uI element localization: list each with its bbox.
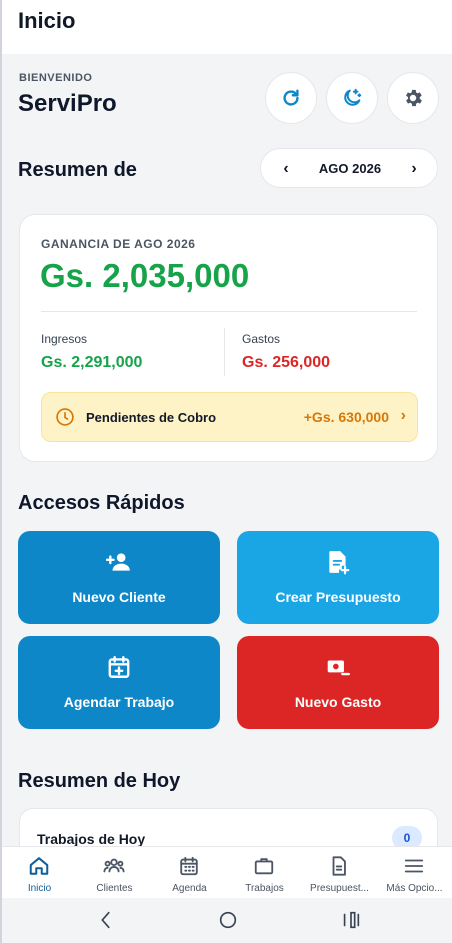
nav-label: Agenda [172,883,207,894]
bottom-navigation: Inicio Clientes Agenda Trabajos Presupue… [2,846,452,898]
calendar-add-icon [108,656,130,678]
nav-item-presupuestos[interactable]: Presupuest... [302,853,377,897]
settings-button[interactable] [387,72,439,124]
home-icon [29,857,49,875]
refresh-button[interactable] [265,72,317,124]
income-label: Ingresos [41,332,88,346]
recent-apps-icon [343,911,360,929]
create-budget-button[interactable]: Crear Presupuesto [237,531,439,624]
users-icon [103,858,125,873]
month-selector: ‹ AGO 2026 › [260,148,438,188]
calendar-icon [180,856,198,876]
nav-item-inicio[interactable]: Inicio [2,853,77,897]
expenses-value: Gs. 256,000 [242,354,331,371]
back-chevron-icon [101,911,110,929]
business-name: ServiPro [18,90,117,117]
clock-icon [56,408,74,426]
summary-title: Resumen de [18,159,137,181]
system-home-button[interactable] [216,908,240,932]
new-client-button[interactable]: Nuevo Cliente [18,531,220,624]
nav-label: Trabajos [245,883,284,894]
document-icon [332,856,346,876]
create-budget-label: Crear Presupuesto [275,589,401,605]
nav-label: Presupuest... [310,883,369,894]
profit-value: Gs. 2,035,000 [40,257,250,294]
nav-item-mas-opciones[interactable]: Más Opcio... [377,853,452,897]
expenses-label: Gastos [242,332,281,346]
nav-item-agenda[interactable]: Agenda [152,853,227,897]
new-expense-label: Nuevo Gasto [294,694,382,710]
nav-item-trabajos[interactable]: Trabajos [227,853,302,897]
profit-label: GANANCIA DE AGO 2026 [41,237,196,251]
chevron-right-icon: › [400,407,406,424]
welcome-label: BIENVENIDO [19,72,93,84]
today-summary-title: Resumen de Hoy [18,770,181,792]
refresh-icon [283,89,299,106]
nav-label: Clientes [96,883,133,894]
app-bar: Inicio [2,0,452,54]
page-title: Inicio [18,8,76,33]
income-value: Gs. 2,291,000 [41,354,143,371]
schedule-job-label: Agendar Trabajo [63,694,175,710]
system-recents-button[interactable] [339,908,363,932]
app-screen: Inicio BIENVENIDO ServiPro Resumen de ‹ … [0,0,452,943]
next-month-button[interactable]: › [403,158,425,180]
today-jobs-label: Trabajos de Hoy [37,831,146,847]
nav-item-clientes[interactable]: Clientes [77,853,152,897]
schedule-job-button[interactable]: Agendar Trabajo [18,636,220,729]
divider-vertical [224,328,225,376]
pending-value: +Gs. 630,000 [303,409,389,425]
add-user-icon [106,553,130,571]
profit-summary-card: GANANCIA DE AGO 2026 Gs. 2,035,000 Ingre… [19,214,438,462]
home-circle-icon [219,911,237,929]
nav-label: Más Opcio... [386,883,443,894]
system-back-button[interactable] [94,908,118,932]
gear-icon [406,89,422,107]
divider [41,311,417,312]
pending-payments-banner[interactable]: Pendientes de Cobro +Gs. 630,000 › [41,392,418,442]
system-navigation-bar [2,898,452,943]
theme-toggle-button[interactable] [326,72,378,124]
add-document-icon [329,551,350,575]
quick-access-title: Accesos Rápidos [18,492,185,514]
moon-stars-icon [344,88,362,106]
money-minus-icon [327,660,351,676]
nav-label: Inicio [27,883,52,894]
menu-icon [404,859,424,873]
briefcase-icon [254,858,274,875]
pending-label: Pendientes de Cobro [86,410,217,425]
new-expense-button[interactable]: Nuevo Gasto [237,636,439,729]
new-client-label: Nuevo Cliente [72,589,166,605]
